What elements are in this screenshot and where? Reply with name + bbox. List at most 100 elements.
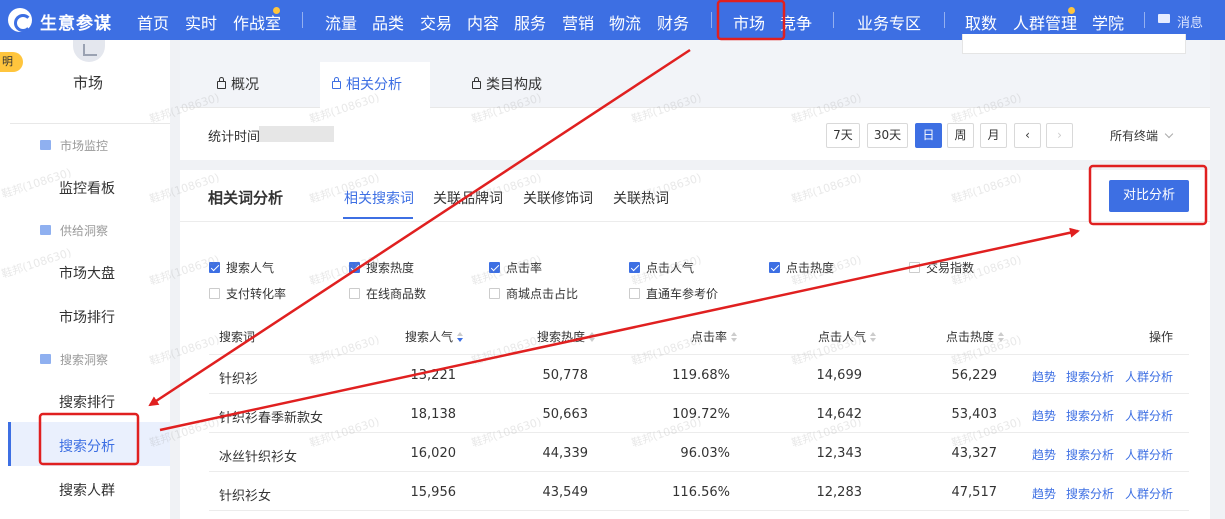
cell-search-heat: 50,663 — [542, 407, 589, 422]
checkbox-ztc-ref-price[interactable]: 直通车参考价 — [629, 285, 718, 302]
sidebar-item-market-overview[interactable]: 市场大盘 — [59, 263, 115, 283]
top-dropdown[interactable] — [962, 34, 1186, 54]
nav-logistics[interactable]: 物流 — [609, 10, 641, 34]
checkbox-trade-index[interactable]: 交易指数 — [909, 259, 974, 276]
action-crowd-analysis-link[interactable]: 人群分析 — [1125, 446, 1173, 463]
sidebar-group-supply: 供给洞察 — [60, 224, 109, 238]
checkbox-label: 交易指数 — [926, 261, 975, 275]
col-label: 搜索热度 — [537, 330, 586, 344]
sort-icon[interactable] — [998, 332, 1005, 342]
tab-overview-label: 概况 — [231, 77, 259, 93]
tab-overview[interactable]: 概况 — [217, 74, 259, 94]
checkbox-box — [349, 262, 360, 273]
checkbox-search-heat[interactable]: 搜索热度 — [349, 259, 414, 276]
date-week-button[interactable]: 周 — [947, 123, 974, 148]
table-row: 针织衫 13,221 50,778 119.68% 14,699 56,229 … — [209, 355, 1189, 394]
sidebar: 明 市场 市场监控 监控看板 供给洞察 市场大盘 市场排行 搜索洞察 搜索排行 … — [0, 40, 170, 519]
sort-desc-icon[interactable] — [457, 332, 464, 342]
nav-messages[interactable]: 消息 — [1177, 12, 1203, 31]
action-crowd-analysis-link[interactable]: 人群分析 — [1125, 368, 1173, 385]
date-prev-button[interactable]: ‹ — [1014, 123, 1041, 148]
tab-category-composition-label: 类目构成 — [486, 77, 542, 93]
sidebar-item-search-analysis[interactable]: 搜索分析 — [59, 436, 115, 456]
checkbox-label: 直通车参考价 — [646, 287, 719, 301]
subtab-brand-words[interactable]: 关联品牌词 — [433, 188, 503, 208]
checkbox-online-products[interactable]: 在线商品数 — [349, 285, 426, 302]
sidebar-group-search: 搜索洞察 — [60, 353, 109, 367]
col-ctr[interactable]: 点击率 — [691, 328, 738, 345]
nav-fetch-data[interactable]: 取数 — [965, 10, 997, 34]
sidebar-item-market-ranking[interactable]: 市场排行 — [59, 307, 115, 327]
subtab-hot-words[interactable]: 关联热词 — [613, 188, 669, 208]
tab-related-analysis[interactable]: 相关分析 — [332, 74, 402, 94]
table-row: 针织衫女 15,956 43,549 116.56% 12,283 47,517… — [209, 472, 1189, 511]
checkbox-ctr[interactable]: 点击率 — [489, 259, 542, 276]
date-30-days-button[interactable]: 30天 — [867, 123, 908, 148]
nav-traffic[interactable]: 流量 — [325, 10, 357, 34]
action-trend-link[interactable]: 趋势 — [1032, 368, 1056, 385]
action-search-analysis-link[interactable]: 搜索分析 — [1066, 446, 1114, 463]
mail-icon[interactable] — [1158, 14, 1170, 23]
subtab-modifier-words[interactable]: 关联修饰词 — [523, 188, 593, 208]
brand-name[interactable]: 生意参谋 — [40, 9, 112, 34]
checkbox-click-popularity[interactable]: 点击人气 — [629, 259, 694, 276]
action-search-analysis-link[interactable]: 搜索分析 — [1066, 485, 1114, 502]
col-click-popularity[interactable]: 点击人气 — [818, 328, 877, 345]
logo-icon[interactable] — [8, 8, 32, 32]
nav-transaction[interactable]: 交易 — [420, 10, 452, 34]
action-search-analysis-link[interactable]: 搜索分析 — [1066, 407, 1114, 424]
nav-business-zone[interactable]: 业务专区 — [857, 10, 921, 34]
nav-war-room-dot — [273, 7, 280, 14]
col-label: 搜索人气 — [405, 330, 454, 344]
table-row: 针织衫春季新款女 18,138 50,663 109.72% 14,642 53… — [209, 394, 1189, 433]
nav-competition[interactable]: 竞争 — [780, 10, 812, 34]
terminal-select[interactable]: 所有终端 — [1110, 127, 1174, 144]
sort-icon[interactable] — [731, 332, 738, 342]
date-next-button[interactable]: › — [1046, 123, 1073, 148]
col-search-popularity[interactable]: 搜索人气 — [405, 328, 464, 345]
action-crowd-analysis-link[interactable]: 人群分析 — [1125, 407, 1173, 424]
action-trend-link[interactable]: 趋势 — [1032, 407, 1056, 424]
checkbox-pay-conversion[interactable]: 支付转化率 — [209, 285, 286, 302]
compare-analysis-button[interactable]: 对比分析 — [1109, 180, 1189, 212]
date-day-button[interactable]: 日 — [915, 123, 942, 148]
nav-home[interactable]: 首页 — [137, 10, 169, 34]
sort-icon[interactable] — [589, 332, 596, 342]
sidebar-item-monitor-board[interactable]: 监控看板 — [59, 178, 115, 198]
tab-category-composition[interactable]: 类目构成 — [472, 74, 542, 94]
date-month-button[interactable]: 月 — [980, 123, 1007, 148]
checkbox-search-popularity[interactable]: 搜索人气 — [209, 259, 274, 276]
checkbox-box — [629, 288, 640, 299]
checkbox-click-heat[interactable]: 点击热度 — [769, 259, 834, 276]
nav-war-room[interactable]: 作战室 — [233, 10, 281, 34]
cell-search-heat: 43,549 — [542, 485, 589, 500]
col-search-heat[interactable]: 搜索热度 — [537, 328, 596, 345]
sort-icon[interactable] — [870, 332, 877, 342]
sidebar-divider — [10, 123, 170, 124]
nav-crowd-management[interactable]: 人群管理 — [1013, 10, 1077, 34]
checkbox-box — [489, 288, 500, 299]
nav-service[interactable]: 服务 — [514, 10, 546, 34]
col-click-heat[interactable]: 点击热度 — [946, 328, 1005, 345]
subtab-related-search-words[interactable]: 相关搜索词 — [344, 188, 414, 208]
action-crowd-analysis-link[interactable]: 人群分析 — [1125, 485, 1173, 502]
cell-click-popularity: 12,343 — [816, 446, 863, 461]
explain-badge[interactable]: 明 — [0, 52, 23, 72]
date-7-days-button[interactable]: 7天 — [826, 123, 860, 148]
nav-market[interactable]: 市场 — [733, 10, 765, 34]
nav-content[interactable]: 内容 — [467, 10, 499, 34]
nav-realtime[interactable]: 实时 — [185, 10, 217, 34]
cell-click-heat: 47,517 — [951, 485, 998, 500]
nav-academy[interactable]: 学院 — [1092, 10, 1124, 34]
cell-click-popularity: 12,283 — [816, 485, 863, 500]
action-trend-link[interactable]: 趋势 — [1032, 446, 1056, 463]
checkbox-mall-click-share[interactable]: 商城点击占比 — [489, 285, 578, 302]
nav-marketing[interactable]: 营销 — [562, 10, 594, 34]
nav-category[interactable]: 品类 — [372, 10, 404, 34]
sidebar-item-search-ranking[interactable]: 搜索排行 — [59, 392, 115, 412]
subtab-active-underline — [343, 217, 413, 219]
sidebar-item-search-crowd[interactable]: 搜索人群 — [59, 480, 115, 500]
action-search-analysis-link[interactable]: 搜索分析 — [1066, 368, 1114, 385]
action-trend-link[interactable]: 趋势 — [1032, 485, 1056, 502]
nav-finance[interactable]: 财务 — [657, 10, 689, 34]
